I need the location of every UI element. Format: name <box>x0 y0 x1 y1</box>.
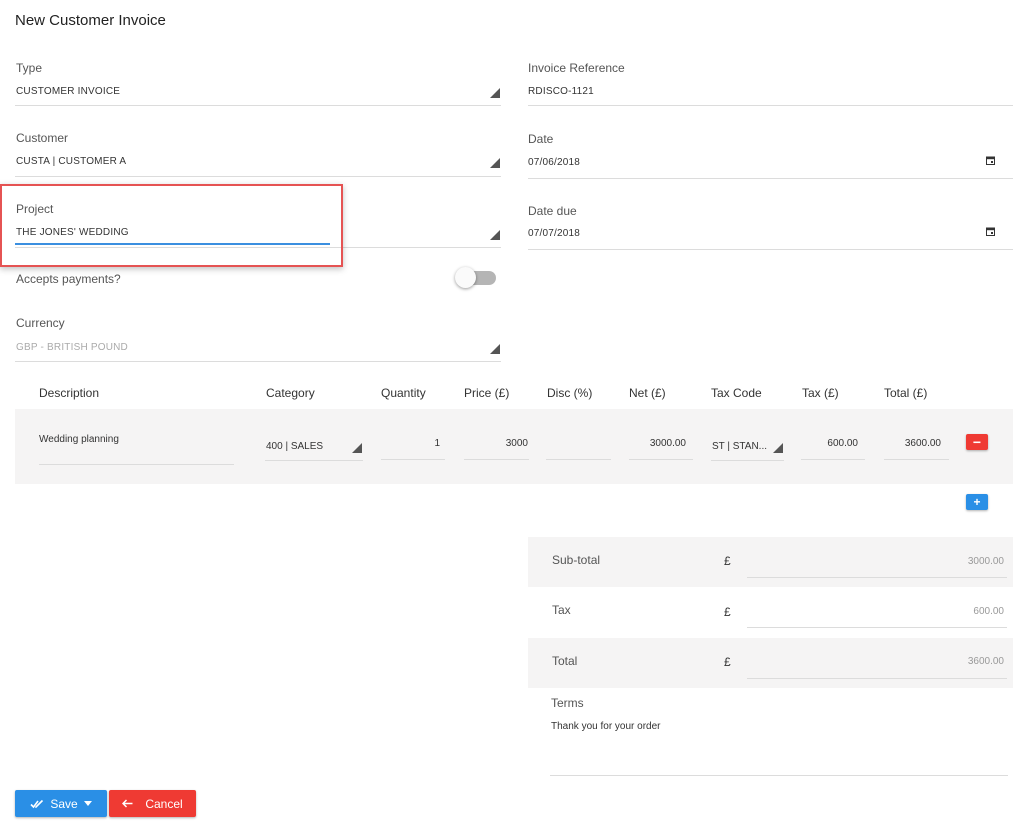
dropdown-arrow-icon <box>490 158 500 168</box>
column-header-net: Net (£) <box>629 386 666 400</box>
column-header-price: Price (£) <box>464 386 510 400</box>
quantity-value: 1 <box>434 438 440 449</box>
tax-code-select[interactable]: ST | STAN... <box>711 436 784 461</box>
date-due-value: 07/07/2018 <box>528 228 581 239</box>
net-value: 3000.00 <box>649 438 686 449</box>
subtotal-value: 3000.00 <box>967 556 1004 567</box>
grand-total-currency-symbol: £ <box>724 655 731 669</box>
customer-label: Customer <box>16 131 69 145</box>
quantity-input[interactable]: 1 <box>381 436 445 460</box>
terms-underline <box>550 775 1008 776</box>
remove-row-button[interactable]: − <box>966 434 988 450</box>
column-header-category: Category <box>266 386 315 400</box>
terms-textarea[interactable]: Thank you for your order <box>550 718 1008 776</box>
date-due-input[interactable]: 07/07/2018 <box>528 222 1013 250</box>
column-header-disc: Disc (%) <box>547 386 593 400</box>
subtotal-underline <box>747 577 1007 578</box>
description-value: Wedding planning <box>39 434 119 445</box>
terms-value: Thank you for your order <box>551 721 661 732</box>
dropdown-arrow-icon <box>490 88 500 98</box>
save-label: Save <box>50 796 78 811</box>
terms-label: Terms <box>551 696 584 710</box>
price-value: 3000 <box>505 438 528 449</box>
price-underline <box>464 459 529 460</box>
description-underline <box>39 464 234 465</box>
currency-label: Currency <box>16 316 65 330</box>
date-due-underline <box>528 249 1013 250</box>
dropdown-arrow-icon <box>490 230 500 240</box>
date-label: Date <box>528 132 554 146</box>
dropdown-arrow-icon <box>352 443 362 453</box>
date-due-label: Date due <box>528 204 577 218</box>
date-value: 07/06/2018 <box>528 157 581 168</box>
add-row-button[interactable]: + <box>966 494 988 510</box>
net-underline <box>629 459 693 460</box>
calendar-icon[interactable] <box>986 156 995 165</box>
date-underline <box>528 178 1013 179</box>
description-input[interactable]: Wedding planning <box>39 430 234 465</box>
category-select[interactable]: 400 | SALES <box>265 436 363 461</box>
minus-icon: − <box>972 434 982 450</box>
discount-input[interactable] <box>546 436 611 460</box>
grand-total-value: 3600.00 <box>967 656 1004 667</box>
subtotal-currency-symbol: £ <box>724 554 731 568</box>
grand-total-label: Total <box>552 654 578 668</box>
type-value: CUSTOMER INVOICE <box>16 86 121 97</box>
invoice-reference-value: RDISCO-1121 <box>528 86 594 97</box>
tax-underline <box>801 459 865 460</box>
column-header-quantity: Quantity <box>381 386 426 400</box>
total-value: 3600.00 <box>904 438 941 449</box>
price-input[interactable]: 3000 <box>464 436 529 460</box>
cancel-button[interactable]: Cancel <box>109 790 196 817</box>
tax-total-value: 600.00 <box>973 606 1004 617</box>
quantity-underline <box>381 459 445 460</box>
page-title: New Customer Invoice <box>15 12 166 29</box>
caret-down-icon[interactable] <box>83 801 92 806</box>
tax-value: 600.00 <box>827 438 858 449</box>
grand-total-underline <box>747 678 1007 679</box>
invoice-reference-underline <box>528 105 1013 106</box>
category-value: 400 | SALES <box>266 441 324 452</box>
column-header-total: Total (£) <box>884 386 928 400</box>
save-button[interactable]: Save <box>15 790 107 817</box>
dropdown-arrow-icon <box>490 344 500 354</box>
discount-underline <box>546 459 611 460</box>
tax-total-underline <box>747 627 1007 628</box>
invoice-reference-label: Invoice Reference <box>528 61 625 75</box>
category-underline <box>265 460 363 461</box>
tax-input[interactable]: 600.00 <box>801 436 865 460</box>
total-input[interactable]: 3600.00 <box>884 436 949 460</box>
tax-code-underline <box>711 460 784 461</box>
total-underline <box>884 459 949 460</box>
subtotal-label: Sub-total <box>552 553 601 567</box>
type-label: Type <box>16 61 43 75</box>
column-header-tax-code: Tax Code <box>711 386 762 400</box>
invoice-reference-input[interactable]: RDISCO-1121 <box>528 80 1013 106</box>
currency-value: GBP - BRITISH POUND <box>16 342 128 353</box>
tax-total-label: Tax <box>552 603 571 617</box>
toggle-knob[interactable] <box>455 267 476 288</box>
accepts-payments-label: Accepts payments? <box>16 272 121 286</box>
net-input[interactable]: 3000.00 <box>629 436 693 460</box>
dropdown-arrow-icon <box>773 443 783 453</box>
plus-icon: + <box>973 495 981 509</box>
tax-total-currency-symbol: £ <box>724 605 731 619</box>
date-input[interactable]: 07/06/2018 <box>528 151 1013 179</box>
project-highlight-box <box>0 184 343 267</box>
column-header-tax: Tax (£) <box>802 386 839 400</box>
tax-code-value: ST | STAN... <box>712 441 768 452</box>
cancel-label: Cancel <box>145 796 183 811</box>
customer-underline <box>15 176 501 177</box>
customer-select[interactable]: CUSTA | CUSTOMER A <box>15 150 501 177</box>
column-header-description: Description <box>39 386 100 400</box>
double-check-icon <box>30 799 44 808</box>
type-underline <box>15 105 501 106</box>
arrow-left-icon <box>122 799 133 808</box>
type-select[interactable]: CUSTOMER INVOICE <box>15 80 501 106</box>
customer-value: CUSTA | CUSTOMER A <box>16 156 127 167</box>
currency-underline <box>15 361 501 362</box>
calendar-icon[interactable] <box>986 227 995 236</box>
currency-select[interactable]: GBP - BRITISH POUND <box>15 336 501 362</box>
